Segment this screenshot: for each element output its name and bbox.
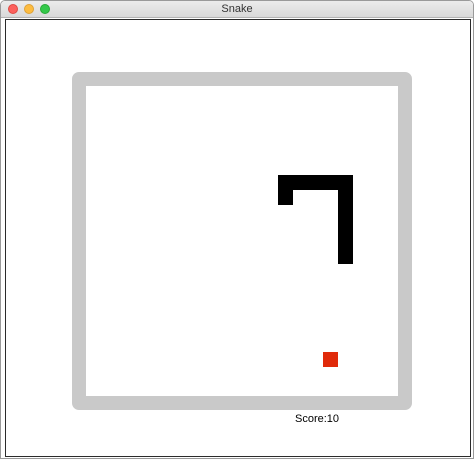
food-pellet — [323, 352, 338, 367]
snake-segment — [338, 175, 353, 264]
title-bar[interactable]: Snake — [1, 1, 473, 18]
window-title: Snake — [221, 3, 253, 15]
score-label: Score:10 — [295, 413, 340, 425]
game-window: Snake Score:10 — [0, 0, 474, 459]
board-wall — [72, 72, 412, 410]
game-canvas[interactable]: Score:10 — [5, 19, 471, 457]
snake-segment — [278, 175, 293, 205]
